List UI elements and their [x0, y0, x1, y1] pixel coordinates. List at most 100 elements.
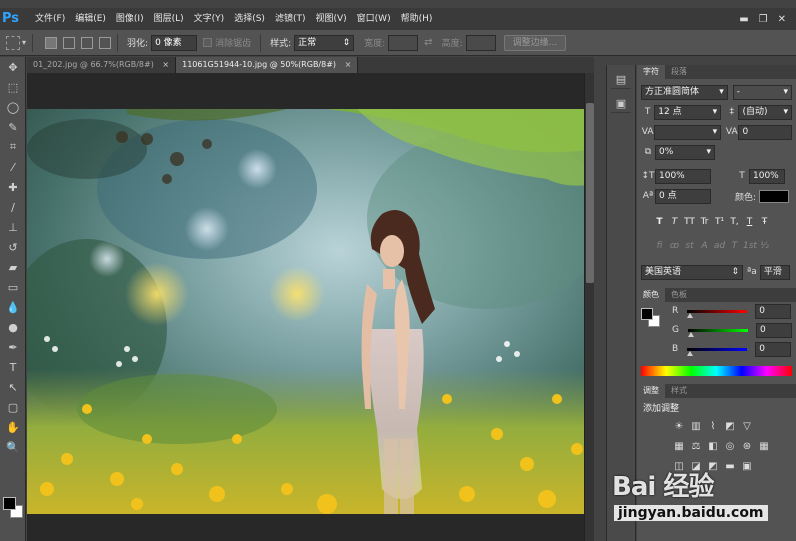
- red-slider[interactable]: [687, 309, 748, 318]
- type-tool-icon[interactable]: T: [0, 357, 26, 377]
- menu-type[interactable]: 文字(Y): [189, 8, 230, 30]
- faux-italic-button[interactable]: T: [668, 215, 681, 229]
- eraser-tool-icon[interactable]: ▰: [0, 257, 26, 277]
- faux-bold-button[interactable]: T: [653, 215, 666, 229]
- slider-thumb[interactable]: [687, 350, 694, 356]
- small-caps-button[interactable]: Tr: [698, 215, 711, 229]
- pen-tool-icon[interactable]: ✒: [0, 337, 26, 357]
- refine-edge-button[interactable]: 调整边缘...: [503, 34, 567, 51]
- color-swatches-mini[interactable]: [641, 308, 661, 328]
- all-caps-button[interactable]: TT: [683, 215, 696, 229]
- ordinals-button[interactable]: T: [728, 239, 741, 253]
- feather-input[interactable]: 0 像素: [151, 34, 198, 51]
- brightness-icon[interactable]: ☀: [673, 421, 685, 433]
- tab-paragraph[interactable]: 段落: [665, 65, 693, 79]
- marquee-tool-preset-icon[interactable]: [6, 35, 20, 50]
- new-selection-icon[interactable]: [45, 36, 58, 49]
- tab-document-1[interactable]: 01_202.jpg @ 66.7%(RGB/8#) ×: [27, 57, 177, 73]
- red-input[interactable]: 0: [755, 303, 792, 319]
- restore-button[interactable]: ❐: [759, 14, 768, 25]
- kerning-input[interactable]: ▾: [654, 124, 722, 140]
- eyedropper-tool-icon[interactable]: ⁄: [0, 157, 26, 177]
- stylistic-alternates-button[interactable]: A: [698, 239, 711, 253]
- blur-tool-icon[interactable]: 💧: [0, 297, 26, 317]
- properties-panel-icon[interactable]: ▣: [611, 95, 631, 113]
- foreground-color-swatch[interactable]: [641, 308, 653, 320]
- strikethrough-button[interactable]: Ŧ: [758, 215, 771, 229]
- crop-tool-icon[interactable]: ⌗: [0, 137, 26, 157]
- curves-icon[interactable]: ⌇: [707, 421, 719, 433]
- channel-mixer-icon[interactable]: ⊛: [741, 441, 753, 453]
- tab-adjustments[interactable]: 调整: [637, 384, 665, 398]
- tracking-input[interactable]: 0: [738, 124, 793, 140]
- tab-character[interactable]: 字符: [637, 65, 665, 79]
- zoom-tool-icon[interactable]: 🔍: [0, 437, 26, 457]
- history-brush-tool-icon[interactable]: ↺: [0, 237, 26, 257]
- intersect-selection-icon[interactable]: [99, 36, 112, 49]
- hue-saturation-icon[interactable]: ▦: [673, 441, 685, 453]
- ordinal-button[interactable]: 1st: [743, 239, 757, 253]
- hand-tool-icon[interactable]: ✋: [0, 417, 26, 437]
- menu-image[interactable]: 图像(I): [111, 8, 149, 30]
- width-input[interactable]: [388, 34, 419, 51]
- discretionary-ligature-button[interactable]: ꝏ: [668, 239, 681, 253]
- minimize-button[interactable]: ▬: [739, 14, 748, 25]
- swap-icon[interactable]: ⇄: [424, 37, 432, 48]
- subscript-button[interactable]: T,: [728, 215, 741, 229]
- color-lookup-icon[interactable]: ▦: [758, 441, 770, 453]
- leading-input[interactable]: (自动) ▾: [738, 104, 793, 120]
- levels-icon[interactable]: ▥: [690, 421, 702, 433]
- add-selection-icon[interactable]: [63, 36, 76, 49]
- font-style-select[interactable]: - ▾: [732, 84, 792, 100]
- menu-select[interactable]: 选择(S): [229, 8, 270, 30]
- clone-stamp-tool-icon[interactable]: ⊥: [0, 217, 26, 237]
- menu-edit[interactable]: 编辑(E): [70, 8, 111, 30]
- color-swatches[interactable]: [3, 497, 25, 519]
- green-input[interactable]: 0: [755, 322, 792, 338]
- path-select-tool-icon[interactable]: ↖: [0, 377, 26, 397]
- color-balance-icon[interactable]: ⚖: [690, 441, 702, 453]
- green-slider[interactable]: [687, 328, 748, 337]
- fractions-button[interactable]: ½: [758, 239, 771, 253]
- close-icon[interactable]: ×: [162, 60, 169, 69]
- text-color-swatch[interactable]: [759, 189, 790, 203]
- menu-help[interactable]: 帮助(H): [396, 8, 438, 30]
- move-tool-icon[interactable]: ✥: [0, 57, 26, 77]
- menu-window[interactable]: 窗口(W): [352, 8, 396, 30]
- black-white-icon[interactable]: ◧: [707, 441, 719, 453]
- subtract-selection-icon[interactable]: [81, 36, 94, 49]
- menu-file[interactable]: 文件(F): [30, 8, 70, 30]
- blue-slider[interactable]: [687, 347, 748, 356]
- height-input[interactable]: [465, 34, 496, 51]
- slider-thumb[interactable]: [687, 331, 694, 337]
- color-spectrum-bar[interactable]: [641, 366, 792, 376]
- menu-view[interactable]: 视图(V): [310, 8, 351, 30]
- chevron-down-icon[interactable]: ▾: [22, 38, 26, 47]
- baseline-shift-input[interactable]: 0 点: [655, 188, 711, 204]
- history-panel-icon[interactable]: ▤: [611, 71, 631, 89]
- exposure-icon[interactable]: ◩: [724, 421, 736, 433]
- tab-styles[interactable]: 样式: [665, 384, 693, 398]
- marquee-tool-icon[interactable]: ⬚: [0, 77, 26, 97]
- menu-filter[interactable]: 滤镜(T): [270, 8, 311, 30]
- close-button[interactable]: ✕: [778, 14, 786, 25]
- foreground-color-swatch[interactable]: [3, 497, 16, 510]
- healing-brush-tool-icon[interactable]: ✚: [0, 177, 26, 197]
- vertical-scale-input[interactable]: 100%: [655, 168, 711, 184]
- blue-input[interactable]: 0: [755, 341, 792, 357]
- underline-button[interactable]: T: [743, 215, 756, 229]
- dodge-tool-icon[interactable]: ●: [0, 317, 26, 337]
- vertical-scrollbar[interactable]: [584, 73, 594, 541]
- brush-tool-icon[interactable]: ∕: [0, 197, 26, 217]
- quick-select-tool-icon[interactable]: ✎: [0, 117, 26, 137]
- tab-document-2[interactable]: 11061G51944-10.jpg @ 50%(RGB/8#) ×: [176, 57, 359, 73]
- image-canvas[interactable]: [27, 109, 594, 514]
- superscript-button[interactable]: T¹: [713, 215, 726, 229]
- swash-button[interactable]: st: [683, 239, 696, 253]
- ligature-button[interactable]: fi: [653, 239, 666, 253]
- lasso-tool-icon[interactable]: ◯: [0, 97, 26, 117]
- shape-tool-icon[interactable]: ▢: [0, 397, 26, 417]
- font-family-select[interactable]: 方正准圆简体 ▾: [641, 84, 728, 100]
- titling-alternates-button[interactable]: ad: [713, 239, 726, 253]
- tab-color[interactable]: 颜色: [637, 288, 665, 302]
